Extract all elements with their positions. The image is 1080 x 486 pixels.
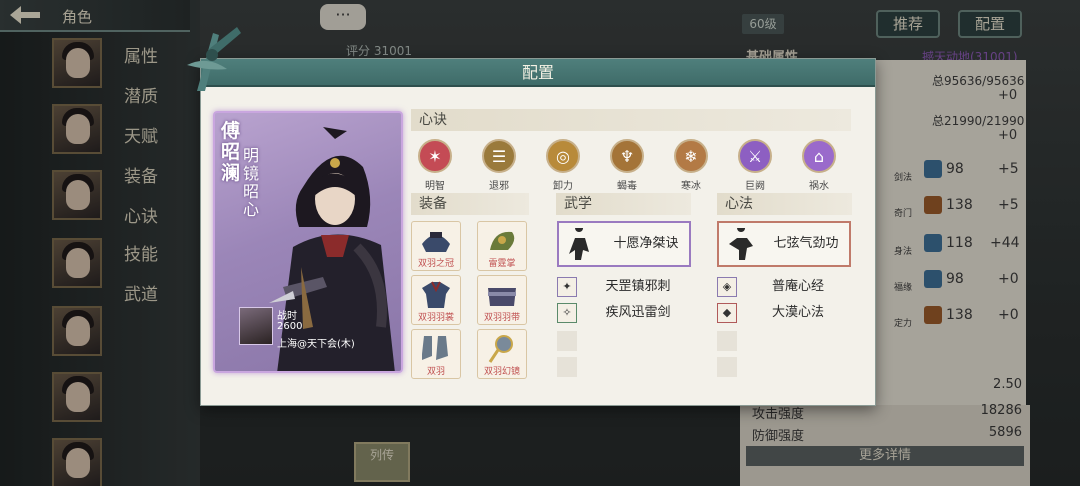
wuxue-sub-label: 疾风迅雷剑 (605, 305, 671, 320)
xinjue-skill-icon: ♆ (610, 139, 644, 173)
xinjue-skill[interactable]: ♆ 蝎毒 (605, 139, 649, 192)
xinjue-skill[interactable]: ❄ 寒冰 (669, 139, 713, 192)
wuxue-section-header: 武学 (556, 193, 691, 215)
equipment-section-header: 装备 (411, 193, 529, 215)
robe-icon (422, 281, 450, 308)
xinjue-skill-icon: ✶ (418, 139, 452, 173)
xinfa-main-label: 七弦气劲功 (773, 236, 839, 251)
equipment-slot-belt[interactable]: 双羽羽带 (477, 275, 527, 325)
equipment-label: 双羽羽裳 (417, 313, 454, 323)
xinjue-skill-icon: ⌂ (802, 139, 836, 173)
xinjue-skill-icon: ☰ (482, 139, 516, 173)
config-modal: 配置 傅昭澜 明镜昭心 战时 2600 上海@天下会(木) 心诀 ✶ 明智 ☰ … (187, 27, 876, 406)
player-name: 战时 (277, 311, 297, 322)
swordsman-silhouette-icon (569, 228, 589, 260)
equipment-slot-hat[interactable]: 双羽之冠 (411, 221, 461, 271)
xinjue-skill-label: 明智 (425, 181, 445, 192)
wuxue-sub-label: 天罡镇邪刺 (605, 279, 671, 294)
wuxue-sub-skill[interactable]: ✦ 天罡镇邪刺 (557, 277, 691, 297)
xinjue-skill[interactable]: ✶ 明智 (413, 139, 457, 192)
equipment-slot-boots[interactable]: 双羽 (411, 329, 461, 379)
player-info: 战时 2600 上海@天下会(木) (239, 307, 399, 357)
xinjue-skill-label: 巨阙 (745, 181, 765, 192)
player-server: 上海@天下会(木) (277, 339, 355, 350)
equipment-label: 双羽 (426, 367, 445, 377)
empty-skill-slot[interactable] (557, 331, 577, 351)
xinjue-skill[interactable]: ☰ 退邪 (477, 139, 521, 192)
xinjue-skill[interactable]: ⚔ 巨阙 (733, 139, 777, 192)
xinjue-skill-label: 蝎毒 (617, 181, 637, 192)
xinfa-sub-label: 大漠心法 (771, 305, 824, 320)
equipment-label: 双羽幻镜 (483, 367, 520, 377)
xinjue-skill-label: 祸水 (809, 181, 829, 192)
xinjue-section-header: 心诀 (411, 109, 851, 131)
equipment-label: 雷霆掌 (488, 259, 516, 269)
xinjue-skill[interactable]: ⌂ 祸水 (797, 139, 841, 192)
mirror-icon (488, 335, 513, 363)
xinjue-skill[interactable]: ◎ 卸力 (541, 139, 585, 192)
hat-icon (422, 232, 450, 252)
xinfa-sub-label: 普庵心经 (771, 279, 824, 294)
xinfa-main-skill[interactable]: 七弦气劲功 (717, 221, 851, 267)
empty-skill-slot[interactable] (557, 357, 577, 377)
wuxue-main-skill[interactable]: 十愿净桀诀 (557, 221, 691, 267)
skill-glyph-icon: ✦ (557, 277, 577, 297)
fighter-silhouette-icon (729, 228, 753, 260)
empty-skill-slot[interactable] (717, 331, 737, 351)
character-title: 明镜昭心 (243, 146, 260, 219)
equipment-slot-robe[interactable]: 双羽羽裳 (411, 275, 461, 325)
xinjue-skill-icon: ◎ (546, 139, 580, 173)
equipment-label: 双羽之冠 (417, 259, 454, 269)
player-avatar (239, 307, 273, 345)
xinfa-sub-skill[interactable]: ◈ 普庵心经 (717, 277, 851, 297)
skill-glyph-icon: ◈ (717, 277, 737, 297)
equipment-slot-mirror[interactable]: 双羽幻镜 (477, 329, 527, 379)
sword-ornament-icon (187, 27, 241, 91)
belt-icon (488, 288, 516, 306)
empty-skill-slot[interactable] (717, 357, 737, 377)
xinjue-skill-label: 卸力 (553, 181, 573, 192)
gauntlet-icon (490, 231, 515, 250)
character-name: 傅昭澜 (221, 120, 241, 184)
equipment-slot-weapon[interactable]: 雷霆掌 (477, 221, 527, 271)
wuxue-main-label: 十愿净桀诀 (613, 236, 679, 251)
skill-glyph-icon: ◆ (717, 303, 737, 323)
xinjue-skill-icon: ⚔ (738, 139, 772, 173)
player-score: 2600 (277, 321, 303, 332)
wuxue-sub-skill[interactable]: ✧ 疾风迅雷剑 (557, 303, 691, 323)
character-card: 傅昭澜 明镜昭心 战时 2600 上海@天下会(木) (213, 111, 403, 373)
skill-glyph-icon: ✧ (557, 303, 577, 323)
xinjue-skill-icon: ❄ (674, 139, 708, 173)
xinfa-sub-skill[interactable]: ◆ 大漠心法 (717, 303, 851, 323)
xinjue-skill-label: 退邪 (489, 181, 509, 192)
modal-title: 配置 (201, 59, 875, 87)
xinfa-section-header: 心法 (717, 193, 852, 215)
equipment-label: 双羽羽带 (483, 313, 520, 323)
boots-icon (422, 336, 448, 360)
xinjue-skill-label: 寒冰 (681, 181, 701, 192)
